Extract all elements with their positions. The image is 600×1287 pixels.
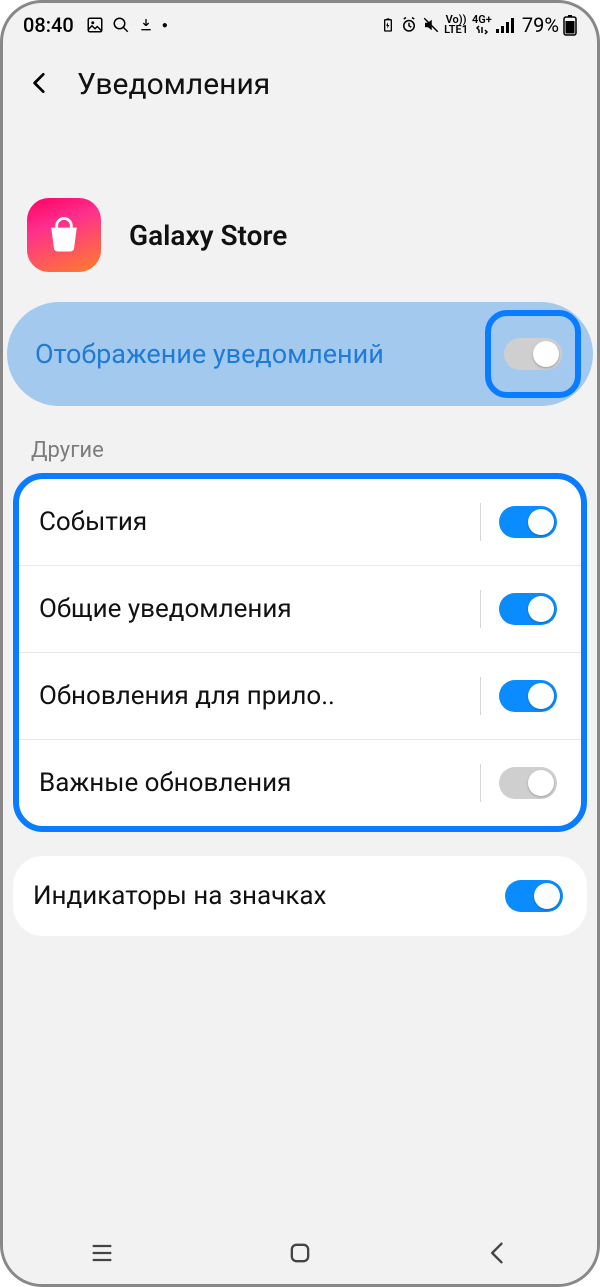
network-indicator: 4G+ <box>472 15 492 35</box>
recents-button[interactable] <box>88 1239 116 1271</box>
search-icon <box>112 16 130 34</box>
battery-saver-icon <box>380 16 396 34</box>
category-label: События <box>39 507 462 537</box>
categories-card: События Общие уведомления Обновления для… <box>13 473 587 832</box>
page-title: Уведомления <box>77 67 270 102</box>
app-name: Galaxy Store <box>129 219 287 252</box>
battery-percentage: 79% <box>522 13 559 37</box>
back-button[interactable] <box>484 1239 512 1271</box>
dot-icon: ● <box>162 20 168 31</box>
download-icon <box>138 16 154 34</box>
show-notifications-toggle[interactable] <box>504 338 562 370</box>
badges-toggle[interactable] <box>505 880 563 912</box>
category-row-general[interactable]: Общие уведомления <box>19 566 581 653</box>
alarm-icon <box>400 16 418 34</box>
header: Уведомления <box>3 47 597 118</box>
home-button[interactable] <box>286 1239 314 1271</box>
volte-indicator: Vo)) LTE1 <box>444 15 468 35</box>
category-label: Общие уведомления <box>39 594 462 624</box>
back-icon[interactable] <box>27 70 53 100</box>
status-bar: 08:40 ● Vo)) LTE1 <box>3 3 597 47</box>
mute-icon <box>422 16 440 34</box>
category-toggle-events[interactable] <box>499 506 557 538</box>
section-other-label: Другие <box>3 426 597 473</box>
category-label: Важные обновления <box>39 768 462 798</box>
category-toggle-general[interactable] <box>499 593 557 625</box>
show-notifications-label: Отображение уведомлений <box>35 338 384 370</box>
category-row-important-updates[interactable]: Важные обновления <box>19 740 581 826</box>
badges-card: Индикаторы на значках <box>13 856 587 936</box>
nav-bar <box>3 1226 597 1284</box>
battery-icon <box>563 14 577 36</box>
show-notifications-row[interactable]: Отображение уведомлений <box>7 302 593 406</box>
status-time: 08:40 <box>23 13 74 37</box>
gallery-icon <box>86 16 104 34</box>
phone-frame: 08:40 ● Vo)) LTE1 <box>0 0 600 1287</box>
category-row-app-updates[interactable]: Обновления для прило.. <box>19 653 581 740</box>
category-toggle-app-updates[interactable] <box>499 680 557 712</box>
category-label: Обновления для прило.. <box>39 681 462 711</box>
category-row-events[interactable]: События <box>19 479 581 566</box>
badges-label: Индикаторы на значках <box>33 881 505 911</box>
signal-icon <box>496 17 516 33</box>
galaxy-store-icon <box>27 198 101 272</box>
category-toggle-important-updates[interactable] <box>499 767 557 799</box>
badges-row[interactable]: Индикаторы на значках <box>13 856 587 936</box>
highlight-box-master <box>485 310 581 398</box>
app-header: Galaxy Store <box>3 198 597 296</box>
